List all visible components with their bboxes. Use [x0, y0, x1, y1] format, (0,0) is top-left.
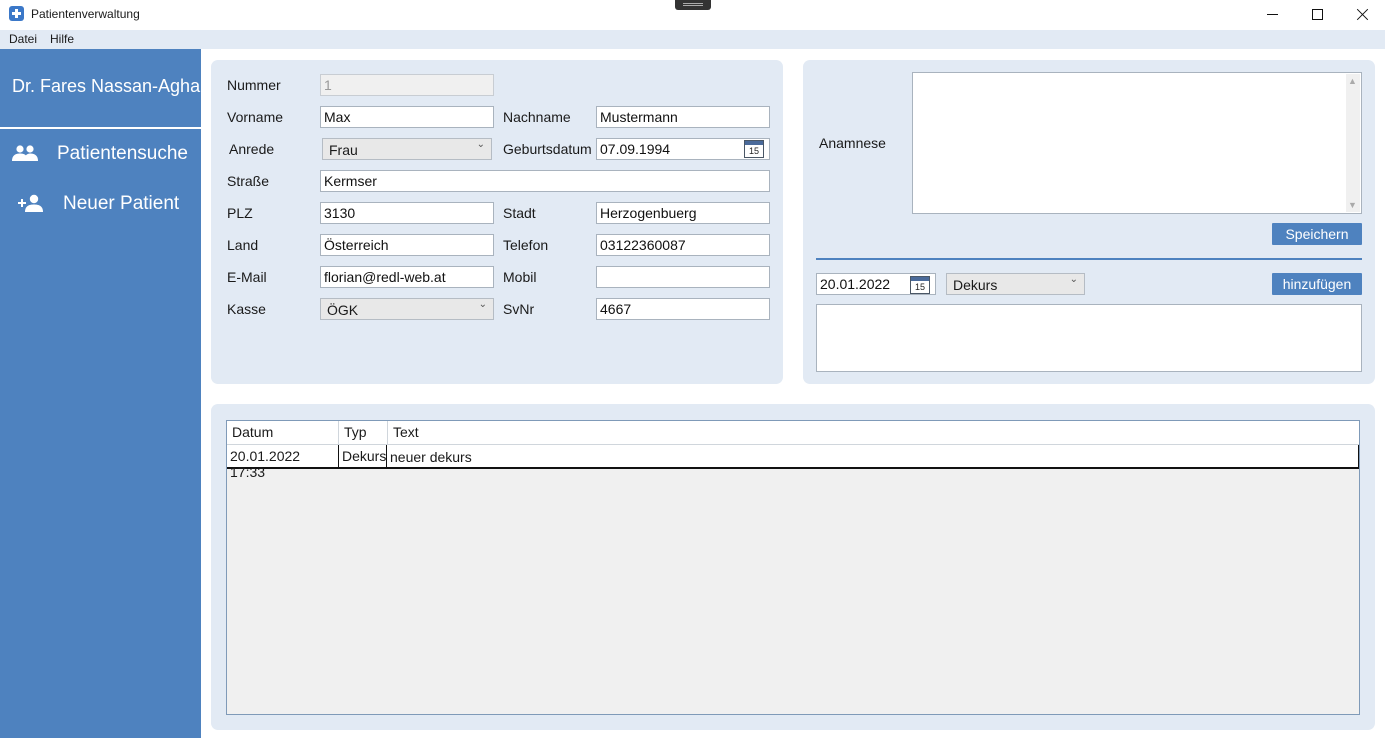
kasse-select[interactable]: ÖGK ⌄ — [320, 298, 494, 320]
plz-label: PLZ — [227, 205, 253, 221]
anrede-select[interactable]: Frau ⌄ — [322, 138, 492, 160]
people-icon — [12, 145, 38, 161]
calendar-icon[interactable]: 15 — [744, 140, 764, 158]
title-bar: Patientenverwaltung — [0, 0, 1385, 30]
mobil-field[interactable] — [596, 266, 770, 288]
minimize-icon — [1266, 13, 1278, 15]
land-field[interactable]: Österreich — [320, 234, 494, 256]
svnr-label: SvNr — [503, 301, 535, 317]
email-field[interactable]: florian@redl-web.at — [320, 266, 494, 288]
cell-datum: 20.01.2022 17:33 — [227, 445, 339, 480]
sidebar-item-label: Patientensuche — [57, 143, 188, 164]
menu-bar: Datei Hilfe — [0, 30, 1385, 49]
plz-field[interactable]: 3130 — [320, 202, 494, 224]
sidebar-item-label: Neuer Patient — [63, 193, 180, 214]
drag-handle[interactable] — [675, 0, 711, 10]
chevron-down-icon: ⌄ — [476, 139, 485, 150]
strasse-label: Straße — [227, 173, 270, 189]
geburtsdatum-value: 07.09.1994 — [600, 141, 671, 157]
dekurs-type-select[interactable]: Dekurs ⌄ — [946, 273, 1085, 295]
chevron-down-icon: ⌄ — [478, 299, 487, 310]
land-label: Land — [227, 237, 259, 253]
sidebar: Dr. Fares Nassan-Agha Patientensuche Neu… — [0, 49, 201, 738]
maximize-button[interactable] — [1294, 0, 1340, 28]
dekurs-type-value: Dekurs — [953, 277, 998, 293]
strasse-field[interactable]: Kermser — [320, 170, 770, 192]
stadt-label: Stadt — [503, 205, 536, 221]
nachname-field[interactable]: Mustermann — [596, 106, 770, 128]
column-header-text[interactable]: Text — [388, 421, 1359, 445]
kasse-value: ÖGK — [327, 302, 359, 318]
nummer-label: Nummer — [227, 77, 281, 93]
menu-hilfe[interactable]: Hilfe — [50, 32, 74, 46]
kasse-label: Kasse — [227, 301, 266, 317]
chevron-down-icon: ⌄ — [1069, 274, 1078, 285]
anamnese-textarea[interactable]: ▲ ▼ — [912, 72, 1362, 214]
anrede-label: Anrede — [229, 141, 275, 157]
scroll-down-icon[interactable]: ▼ — [1348, 200, 1357, 210]
stadt-field[interactable]: Herzogenbuerg — [596, 202, 770, 224]
column-header-datum[interactable]: Datum — [227, 421, 339, 445]
geburtsdatum-label: Geburtsdatum — [503, 141, 592, 157]
close-button[interactable] — [1339, 0, 1385, 28]
dekurs-date-value: 20.01.2022 — [820, 276, 891, 292]
email-label: E-Mail — [227, 269, 267, 285]
column-header-typ[interactable]: Typ — [339, 421, 388, 445]
sidebar-divider — [0, 127, 201, 129]
nummer-field: 1 — [320, 74, 494, 96]
maximize-icon — [1311, 8, 1323, 20]
svnr-field[interactable]: 4667 — [596, 298, 770, 320]
cell-typ: Dekurs — [339, 445, 387, 467]
menu-datei[interactable]: Datei — [9, 32, 37, 46]
save-button[interactable]: Speichern — [1272, 223, 1362, 245]
telefon-label: Telefon — [503, 237, 549, 253]
add-person-icon — [18, 194, 43, 212]
vorname-field[interactable]: Max — [320, 106, 494, 128]
anrede-value: Frau — [329, 142, 358, 158]
window-title: Patientenverwaltung — [31, 7, 140, 21]
anamnese-scrollbar[interactable]: ▲ ▼ — [1346, 74, 1360, 212]
calendar-icon[interactable]: 15 — [910, 276, 930, 294]
add-dekurs-button[interactable]: hinzufügen — [1272, 273, 1362, 295]
doctor-name: Dr. Fares Nassan-Agha — [12, 76, 201, 96]
nachname-label: Nachname — [503, 109, 571, 125]
anamnese-label: Anamnese — [819, 135, 886, 151]
vorname-label: Vorname — [227, 109, 284, 125]
dekurs-textarea[interactable] — [816, 304, 1362, 372]
telefon-field[interactable]: 03122360087 — [596, 234, 770, 256]
table-row[interactable]: 20.01.2022 17:33 Dekurs neuer dekurs — [227, 445, 1359, 480]
sidebar-item-patientensuche[interactable]: Patientensuche — [0, 133, 201, 173]
section-divider — [816, 258, 1362, 260]
entries-table: Datum Typ Text 20.01.2022 17:33 Dekurs n… — [226, 420, 1360, 715]
scroll-up-icon[interactable]: ▲ — [1348, 76, 1357, 86]
sidebar-item-neuer-patient[interactable]: Neuer Patient — [0, 183, 201, 223]
close-icon — [1356, 8, 1369, 21]
minimize-button[interactable] — [1249, 0, 1295, 28]
mobil-label: Mobil — [503, 269, 537, 285]
app-medical-icon — [9, 6, 24, 21]
cell-text: neuer dekurs — [390, 449, 472, 465]
